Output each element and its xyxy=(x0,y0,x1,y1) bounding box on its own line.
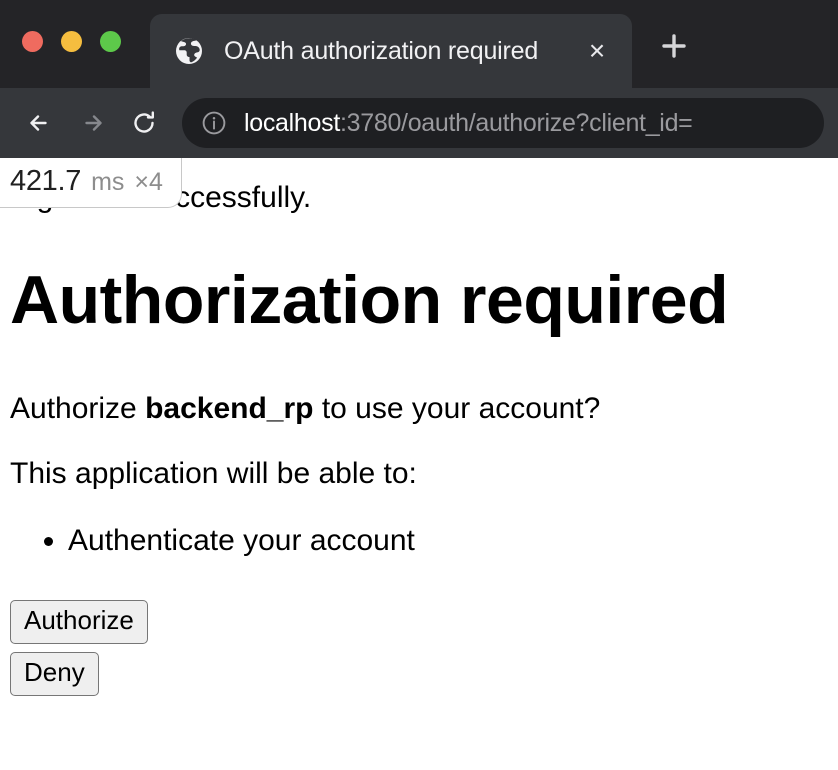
back-button[interactable] xyxy=(14,97,66,149)
perf-request-count: ×4 xyxy=(134,168,163,196)
page-title: Authorization required xyxy=(10,262,729,338)
browser-tab-active[interactable]: OAuth authorization required × xyxy=(150,14,632,88)
info-circle-icon[interactable] xyxy=(200,109,228,137)
arrow-right-icon xyxy=(75,106,109,140)
window-minimize-button[interactable] xyxy=(61,31,82,52)
perf-duration-unit: ms xyxy=(91,168,125,196)
address-bar-text: localhost:3780/oauth/authorize?client_id… xyxy=(244,109,692,138)
performance-timing-badge: 421.7 ms ×4 xyxy=(0,158,182,208)
scope-list: Authenticate your account xyxy=(10,521,828,560)
list-item: Authenticate your account xyxy=(68,521,828,560)
browser-window: OAuth authorization required × localhost… xyxy=(0,0,838,770)
authorize-prompt-prefix: Authorize xyxy=(10,391,146,425)
page-viewport: Signed in successfully. Authorization re… xyxy=(0,158,838,770)
browser-toolbar: localhost:3780/oauth/authorize?client_id… xyxy=(0,88,838,158)
url-path: :3780/oauth/authorize?client_id= xyxy=(339,108,693,137)
new-tab-button[interactable] xyxy=(650,22,698,70)
client-name: backend_rp xyxy=(145,391,314,425)
window-close-button[interactable] xyxy=(22,31,43,52)
close-icon[interactable]: × xyxy=(574,28,620,74)
reload-icon xyxy=(127,106,161,140)
reload-button[interactable] xyxy=(118,97,170,149)
arrow-left-icon xyxy=(23,106,57,140)
forward-button[interactable] xyxy=(66,97,118,149)
address-bar[interactable]: localhost:3780/oauth/authorize?client_id… xyxy=(182,98,824,148)
authorize-prompt: Authorize backend_rp to use your account… xyxy=(10,390,828,428)
tab-strip: OAuth authorization required × xyxy=(0,0,838,88)
url-host: localhost xyxy=(244,108,340,137)
globe-icon xyxy=(172,34,206,68)
window-traffic-lights xyxy=(22,31,121,52)
authorize-button[interactable]: Authorize xyxy=(10,599,148,644)
authorize-prompt-suffix: to use your account? xyxy=(313,391,601,425)
page-content: Signed in successfully. Authorization re… xyxy=(0,158,838,704)
scopes-intro: This application will be able to: xyxy=(10,457,417,491)
perf-duration-value: 421.7 xyxy=(10,165,82,197)
action-buttons: Authorize Deny xyxy=(10,599,828,696)
deny-button[interactable]: Deny xyxy=(10,651,99,696)
window-maximize-button[interactable] xyxy=(100,31,121,52)
browser-tab-title: OAuth authorization required xyxy=(224,36,539,65)
